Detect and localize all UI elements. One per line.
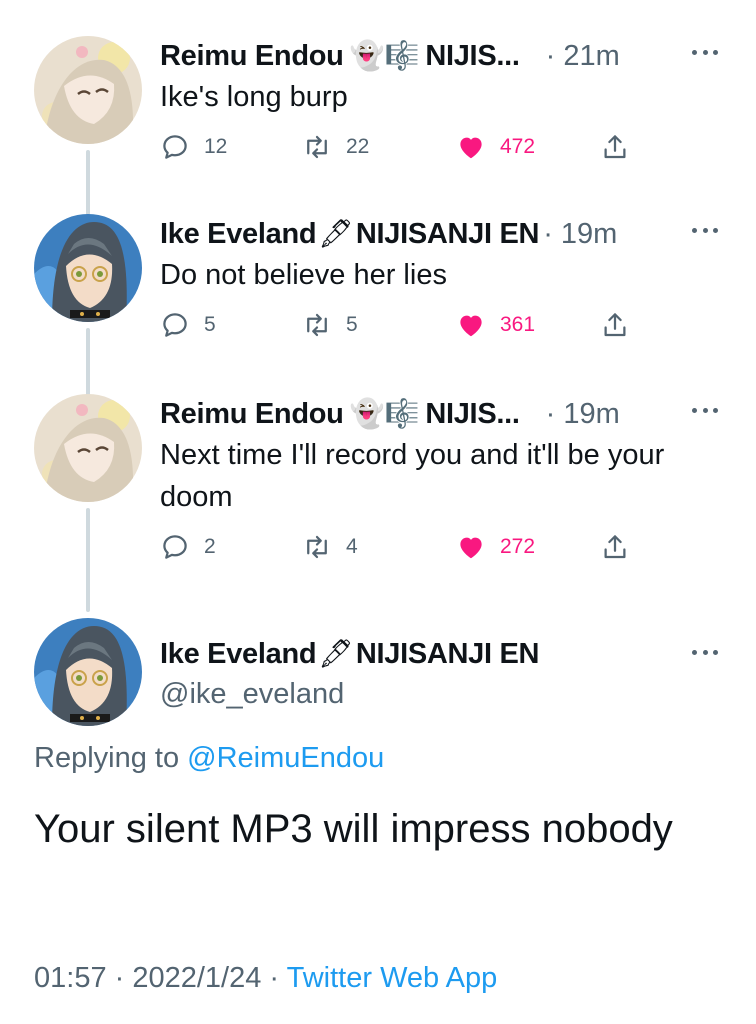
thread-connector bbox=[86, 508, 90, 612]
reply-count: 2 bbox=[204, 535, 216, 558]
reply-icon bbox=[163, 313, 187, 337]
tweet-actions: 2 4 272 bbox=[160, 532, 640, 566]
avatar[interactable] bbox=[34, 618, 142, 726]
tweet-text: Next time I'll record you and it'll be y… bbox=[160, 439, 665, 513]
heart-icon bbox=[460, 537, 482, 559]
avatar[interactable] bbox=[34, 394, 142, 502]
retweet-icon bbox=[307, 313, 327, 337]
retweet-count: 5 bbox=[346, 313, 358, 336]
avatar[interactable] bbox=[34, 214, 142, 322]
display-name[interactable]: Reimu Endou bbox=[160, 40, 344, 73]
like-button[interactable]: 472 bbox=[456, 132, 535, 162]
avatar[interactable] bbox=[34, 36, 142, 144]
heart-icon bbox=[460, 315, 482, 337]
reply-button[interactable]: 5 bbox=[160, 310, 216, 340]
retweet-button[interactable]: 5 bbox=[302, 310, 358, 340]
tweet-actions: 5 5 361 bbox=[160, 310, 640, 344]
tweet-actions: 12 22 472 bbox=[160, 132, 640, 166]
more-icon[interactable] bbox=[692, 228, 718, 236]
like-button[interactable]: 272 bbox=[456, 532, 535, 562]
timestamp[interactable]: · 21m bbox=[546, 40, 620, 73]
retweet-icon bbox=[307, 135, 327, 159]
more-icon[interactable] bbox=[692, 650, 718, 658]
reply-button[interactable]: 12 bbox=[160, 132, 227, 162]
tweet-metadata: 01:57 · 2022/1/24 · Twitter Web App bbox=[34, 962, 497, 995]
retweet-count: 22 bbox=[346, 135, 370, 158]
name-badges: 🖋 bbox=[318, 638, 354, 669]
display-name[interactable]: Ike Eveland bbox=[160, 638, 317, 671]
timestamp[interactable]: · 19m bbox=[543, 218, 617, 251]
share-button[interactable] bbox=[600, 532, 630, 562]
user-handle[interactable]: @ike_eveland bbox=[160, 678, 344, 711]
retweet-icon bbox=[307, 535, 327, 559]
replying-to: Replying to @ReimuEndou bbox=[34, 742, 384, 775]
tweet-text: Ike's long burp bbox=[160, 81, 348, 113]
tweet-header: Ike Eveland 🖋 NIJISANJI EN · 19m bbox=[160, 214, 756, 254]
tweet-timestamp[interactable]: 01:57 · 2022/1/24 · bbox=[34, 962, 279, 994]
share-icon bbox=[604, 135, 626, 159]
name-badges: 👻🎼 bbox=[349, 398, 420, 429]
replying-to-handle-link[interactable]: @ReimuEndou bbox=[187, 742, 384, 774]
like-button[interactable]: 361 bbox=[456, 310, 535, 340]
client-app-link[interactable]: Twitter Web App bbox=[287, 962, 498, 994]
reply-count: 5 bbox=[204, 313, 216, 336]
like-count: 472 bbox=[500, 135, 536, 158]
share-button[interactable] bbox=[600, 310, 630, 340]
reply-icon bbox=[163, 535, 187, 559]
reply-count: 12 bbox=[204, 135, 228, 158]
like-count: 361 bbox=[500, 313, 536, 336]
name-badges: 🖋 bbox=[318, 218, 354, 249]
retweet-count: 4 bbox=[346, 535, 358, 558]
tweet-header: Reimu Endou 👻🎼 NIJIS... · 19m bbox=[160, 394, 756, 434]
display-name-affiliation[interactable]: NIJIS... bbox=[425, 40, 520, 73]
tweet-text: Do not believe her lies bbox=[160, 259, 447, 291]
share-icon bbox=[604, 535, 626, 559]
reply-button[interactable]: 2 bbox=[160, 532, 216, 562]
display-name-affiliation[interactable]: NIJISANJI EN bbox=[356, 638, 540, 671]
tweet-header: Reimu Endou 👻🎼 NIJIS... · 21m bbox=[160, 36, 756, 76]
timestamp[interactable]: · 19m bbox=[546, 398, 620, 431]
like-count: 272 bbox=[500, 535, 536, 558]
tweet-header: Ike Eveland 🖋 NIJISANJI EN bbox=[160, 634, 756, 674]
display-name[interactable]: Ike Eveland bbox=[160, 218, 317, 251]
more-icon[interactable] bbox=[692, 50, 718, 58]
share-icon bbox=[604, 313, 626, 337]
tweet-text: Your silent MP3 will impress nobody bbox=[34, 807, 673, 851]
replying-to-label: Replying to bbox=[34, 742, 180, 774]
heart-icon bbox=[460, 137, 482, 159]
name-badges: 👻🎼 bbox=[349, 40, 420, 71]
retweet-button[interactable]: 4 bbox=[302, 532, 358, 562]
share-button[interactable] bbox=[600, 132, 630, 162]
thread-connector bbox=[86, 328, 90, 404]
more-icon[interactable] bbox=[692, 408, 718, 416]
reply-icon bbox=[163, 135, 187, 159]
retweet-button[interactable]: 22 bbox=[302, 132, 369, 162]
display-name-affiliation[interactable]: NIJIS... bbox=[425, 398, 520, 431]
display-name[interactable]: Reimu Endou bbox=[160, 398, 344, 431]
display-name-affiliation[interactable]: NIJISANJI EN bbox=[356, 218, 540, 251]
